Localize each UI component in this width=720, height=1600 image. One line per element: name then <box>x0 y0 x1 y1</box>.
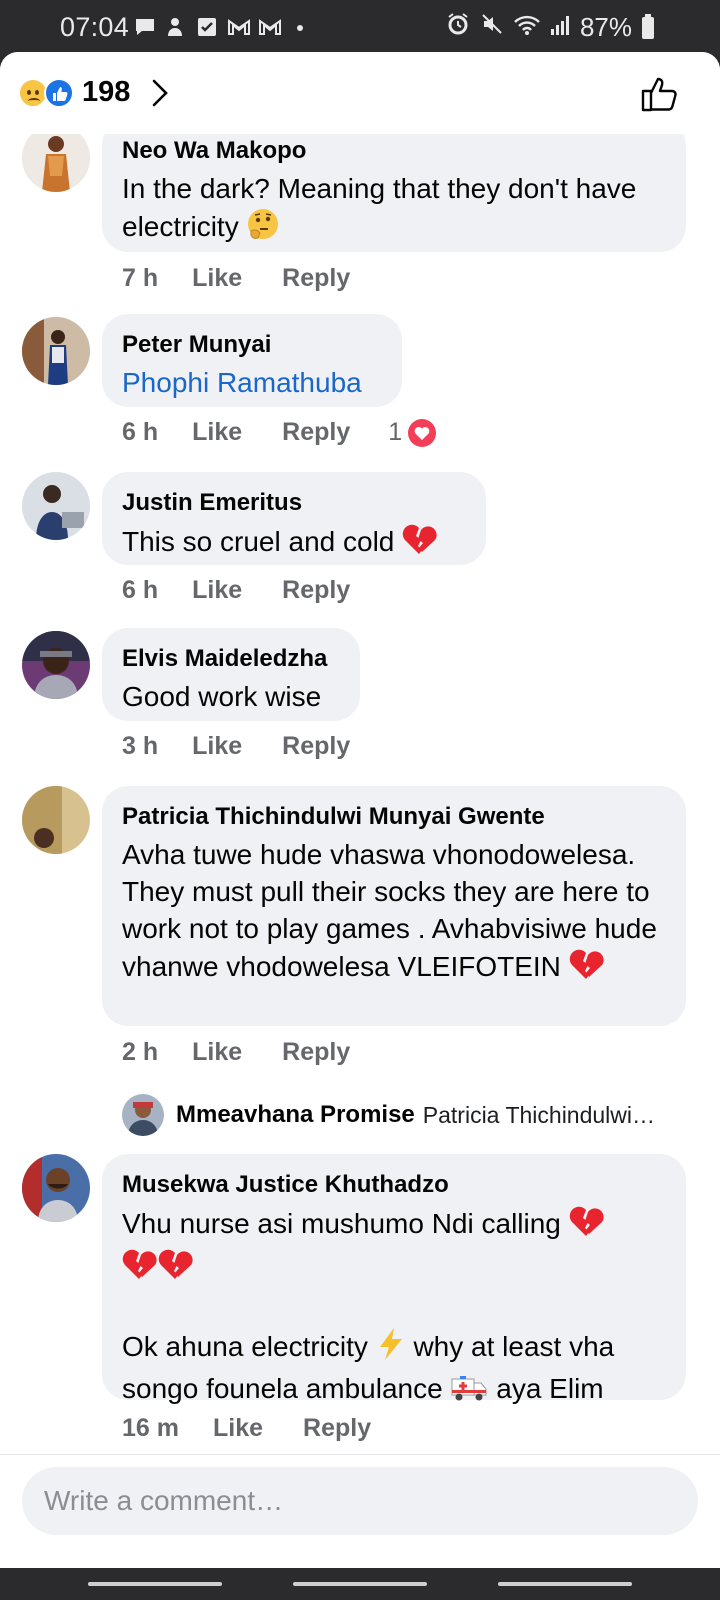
comment-time[interactable]: 2 h <box>122 1038 158 1067</box>
reaction-icons <box>18 76 78 110</box>
status-bar: 07:04 87% <box>0 0 720 52</box>
avatar[interactable] <box>22 472 90 540</box>
like-link[interactable]: Like <box>192 418 242 447</box>
comment-actions: 16 m Like Reply <box>122 1414 371 1443</box>
avatar[interactable] <box>22 124 90 192</box>
reply-link[interactable]: Reply <box>303 1414 371 1443</box>
mute-icon <box>480 12 504 43</box>
like-reaction-icon <box>44 78 74 108</box>
reply-snippet: Patricia Thichindulwi… <box>422 1101 656 1128</box>
comment-text: Good work wise <box>122 681 322 712</box>
commenter-name[interactable]: Elvis Maideledzha <box>122 644 340 674</box>
reaction-count: 1 <box>388 418 403 446</box>
comment-text: Avha tuwe hude vhaswa vhonodowelesa. The… <box>122 836 666 990</box>
comment-bubble[interactable]: Justin Emeritus This so cruel and cold <box>102 472 486 565</box>
chevron-right-icon[interactable] <box>150 78 170 113</box>
like-link[interactable]: Like <box>192 732 242 761</box>
message-icon <box>134 14 156 36</box>
dot-icon <box>289 14 311 36</box>
battery-icon <box>642 13 654 39</box>
avatar[interactable] <box>22 1154 90 1222</box>
comment-actions: 6 h Like Reply <box>122 576 350 605</box>
comment-bubble[interactable]: Neo Wa Makopo In the dark? Meaning that … <box>102 120 686 252</box>
comment-input[interactable] <box>22 1467 698 1535</box>
commenter-name[interactable]: Patricia Thichindulwi Munyai Gwente <box>122 802 666 832</box>
avatar[interactable] <box>22 786 90 854</box>
commenter-name[interactable]: Justin Emeritus <box>122 488 466 518</box>
avatar[interactable] <box>22 631 90 699</box>
broken-heart-icon <box>122 1247 158 1290</box>
avatar[interactable] <box>22 317 90 385</box>
gesture-nav-bar <box>0 1568 720 1600</box>
comments-sheet: 198 Neo Wa Makopo In the dark? Meaning t… <box>0 52 720 1568</box>
notification-icons <box>134 14 311 36</box>
comment-time[interactable]: 3 h <box>122 732 158 761</box>
comment-bubble[interactable]: Patricia Thichindulwi Munyai Gwente Avha… <box>102 786 686 1026</box>
battery-percent: 87% <box>579 12 632 42</box>
comment-reactions[interactable]: 1 <box>388 418 437 447</box>
comment-bubble[interactable]: Musekwa Justice Khuthadzo Vhu nurse asi … <box>102 1154 686 1404</box>
comment-time[interactable]: 7 h <box>122 264 158 293</box>
gmail-icon <box>258 14 281 36</box>
reactions-header[interactable]: 198 <box>0 52 720 134</box>
comment-time[interactable]: 6 h <box>122 576 158 605</box>
comment-bubble[interactable]: Peter Munyai Phophi Ramathuba <box>102 314 402 407</box>
nav-recents-button[interactable] <box>88 1582 222 1586</box>
comment-time[interactable]: 16 m <box>122 1414 179 1443</box>
commenter-name[interactable]: Peter Munyai <box>122 330 382 360</box>
comment-actions: 6 h Like Reply 1 <box>122 418 437 447</box>
comment-actions: 7 h Like Reply <box>122 264 350 293</box>
status-time: 07:04 <box>60 12 130 42</box>
thinking-face-icon <box>246 207 280 250</box>
wifi-icon <box>514 12 540 43</box>
ambulance-icon <box>450 1373 488 1412</box>
like-button-icon[interactable] <box>640 74 680 114</box>
comment-actions: 2 h Like Reply <box>122 1038 350 1067</box>
broken-heart-icon <box>402 522 438 565</box>
person-alert-icon <box>165 14 187 36</box>
commenter-name[interactable]: Neo Wa Makopo <box>122 136 666 166</box>
checkbox-icon <box>196 14 218 36</box>
reaction-count: 198 <box>82 76 131 108</box>
comment-composer <box>0 1454 720 1568</box>
like-link[interactable]: Like <box>192 264 242 293</box>
reply-link[interactable]: Reply <box>282 1038 350 1067</box>
lightning-bolt-icon <box>376 1327 406 1370</box>
nav-back-button[interactable] <box>498 1582 632 1586</box>
reply-link[interactable]: Reply <box>282 732 350 761</box>
signal-icon <box>550 12 570 43</box>
reply-link[interactable]: Reply <box>282 418 350 447</box>
broken-heart-icon <box>158 1247 194 1290</box>
broken-heart-icon <box>569 947 605 990</box>
nav-home-button[interactable] <box>293 1582 427 1586</box>
comment-time[interactable]: 6 h <box>122 418 158 447</box>
comment-actions: 3 h Like Reply <box>122 732 350 761</box>
comment-text: This so cruel and cold <box>122 522 466 565</box>
comment-text: Vhu nurse asi mushumo Ndi calling Ok ahu… <box>122 1204 666 1412</box>
alarm-icon <box>446 12 470 43</box>
like-link[interactable]: Like <box>213 1414 263 1443</box>
commenter-name[interactable]: Musekwa Justice Khuthadzo <box>122 1170 666 1200</box>
tagged-user-link[interactable]: Phophi Ramathuba <box>122 364 382 401</box>
system-icons: 87% <box>446 12 654 43</box>
reply-link[interactable]: Reply <box>282 576 350 605</box>
reply-link[interactable]: Reply <box>282 264 350 293</box>
comment-text: In the dark? Meaning that they don't hav… <box>122 170 666 250</box>
love-reaction-icon <box>408 418 437 447</box>
like-link[interactable]: Like <box>192 576 242 605</box>
reply-author[interactable]: Mmeavhana Promise <box>176 1101 415 1129</box>
broken-heart-icon <box>569 1204 605 1247</box>
reply-preview[interactable]: Mmeavhana Promise Patricia Thichindulwi… <box>122 1092 702 1138</box>
like-link[interactable]: Like <box>192 1038 242 1067</box>
avatar[interactable] <box>122 1094 164 1136</box>
comment-bubble[interactable]: Elvis Maideledzha Good work wise <box>102 628 360 721</box>
gmail-icon <box>227 14 250 36</box>
